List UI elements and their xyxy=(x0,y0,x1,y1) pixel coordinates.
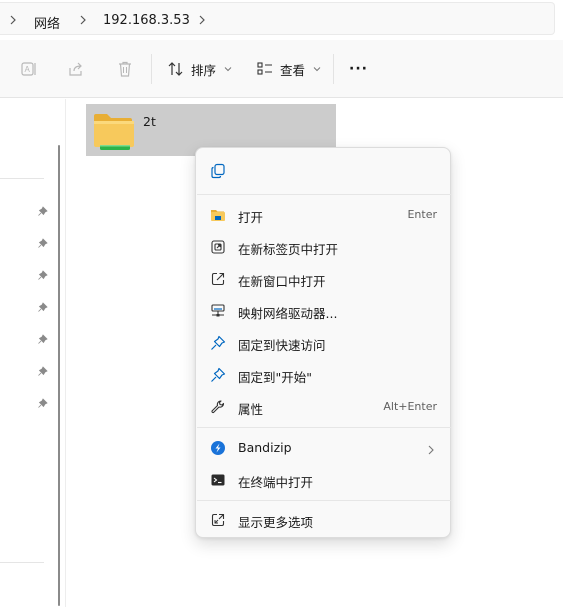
folder-name: 2t xyxy=(143,114,156,129)
pin-icon[interactable] xyxy=(37,365,48,376)
copy-icon[interactable] xyxy=(210,163,226,179)
pin-icon[interactable] xyxy=(37,205,48,216)
chevron-right-icon xyxy=(427,443,435,455)
breadcrumb-network[interactable]: 网络 xyxy=(34,13,60,32)
nav-divider xyxy=(0,178,44,179)
nav-divider xyxy=(0,562,44,563)
folder-open-icon xyxy=(210,207,226,223)
menu-item-shortcut: Alt+Enter xyxy=(383,400,437,413)
delete-icon[interactable] xyxy=(116,60,134,78)
menu-item-shortcut: Enter xyxy=(407,208,437,221)
navigation-pane xyxy=(0,99,66,607)
menu-item-open-new-window[interactable]: 在新窗口中打开 xyxy=(201,264,447,294)
wrench-icon xyxy=(210,399,226,415)
chevron-right-icon[interactable] xyxy=(197,14,207,26)
breadcrumb-host[interactable]: 192.168.3.53 xyxy=(103,13,190,28)
sort-label: 排序 xyxy=(191,62,217,78)
context-menu: 打开 Enter 在新标签页中打开 在新窗口中打开 映射网络驱动器... 固定到… xyxy=(195,147,451,538)
menu-item-pin-quick-access[interactable]: 固定到快速访问 xyxy=(201,328,447,358)
view-icon xyxy=(257,62,272,75)
toolbar-separator xyxy=(151,54,152,84)
rename-icon[interactable]: A xyxy=(20,60,38,78)
new-tab-icon xyxy=(210,239,226,255)
menu-item-open[interactable]: 打开 Enter xyxy=(201,200,447,230)
nav-scrollbar[interactable] xyxy=(58,145,60,606)
more-label: ··· xyxy=(349,61,368,77)
chevron-right-icon[interactable] xyxy=(78,14,88,26)
menu-item-label: 在新窗口中打开 xyxy=(238,274,326,289)
sort-icon xyxy=(168,62,183,76)
menu-item-more-options[interactable]: 显示更多选项 xyxy=(201,505,447,535)
menu-item-label: 固定到快速访问 xyxy=(238,338,326,353)
new-window-icon xyxy=(210,271,226,287)
menu-item-label: 显示更多选项 xyxy=(238,515,314,530)
pin-icon[interactable] xyxy=(37,397,48,408)
pin-start-icon xyxy=(210,367,226,383)
menu-item-bandizip[interactable]: Bandizip xyxy=(201,433,447,463)
menu-separator xyxy=(197,194,451,195)
menu-item-label: 属性 xyxy=(238,402,264,417)
menu-item-label: 在终端中打开 xyxy=(238,475,314,490)
chevron-down-icon xyxy=(224,67,232,72)
network-drive-icon xyxy=(210,303,226,319)
view-button[interactable]: 查看 xyxy=(256,58,321,80)
pin-icon[interactable] xyxy=(37,333,48,344)
menu-item-open-new-tab[interactable]: 在新标签页中打开 xyxy=(201,232,447,262)
address-bar: 网络 192.168.3.53 xyxy=(0,0,563,38)
menu-item-map-network-drive[interactable]: 映射网络驱动器... xyxy=(201,296,447,326)
menu-item-label: 打开 xyxy=(238,210,264,225)
chevron-right-icon[interactable] xyxy=(8,14,18,26)
menu-separator xyxy=(197,427,451,428)
menu-item-label: 映射网络驱动器... xyxy=(238,306,338,321)
pane-border xyxy=(65,99,66,607)
command-bar: A 排序 查看 ··· xyxy=(0,40,563,98)
address-field[interactable]: 网络 192.168.3.53 xyxy=(0,2,555,35)
pin-icon[interactable] xyxy=(37,237,48,248)
pin-icon[interactable] xyxy=(37,269,48,280)
sort-button[interactable]: 排序 xyxy=(167,58,232,80)
terminal-icon xyxy=(210,472,226,488)
menu-item-properties[interactable]: 属性 Alt+Enter xyxy=(201,392,447,422)
bandizip-icon xyxy=(210,440,226,456)
view-label: 查看 xyxy=(280,62,306,78)
menu-item-label: 固定到"开始" xyxy=(238,370,312,385)
menu-item-label: Bandizip xyxy=(238,440,292,455)
menu-item-label: 在新标签页中打开 xyxy=(238,242,339,257)
share-icon[interactable] xyxy=(67,60,85,78)
network-folder-icon xyxy=(92,110,136,152)
pin-icon xyxy=(210,335,226,351)
more-options-icon xyxy=(210,512,226,528)
more-button[interactable]: ··· xyxy=(349,58,368,80)
menu-item-open-terminal[interactable]: 在终端中打开 xyxy=(201,465,447,495)
chevron-down-icon xyxy=(313,67,321,72)
svg-text:A: A xyxy=(25,65,31,74)
menu-item-pin-start[interactable]: 固定到"开始" xyxy=(201,360,447,390)
menu-separator xyxy=(197,500,451,501)
pin-icon[interactable] xyxy=(37,301,48,312)
toolbar-separator xyxy=(333,54,334,84)
